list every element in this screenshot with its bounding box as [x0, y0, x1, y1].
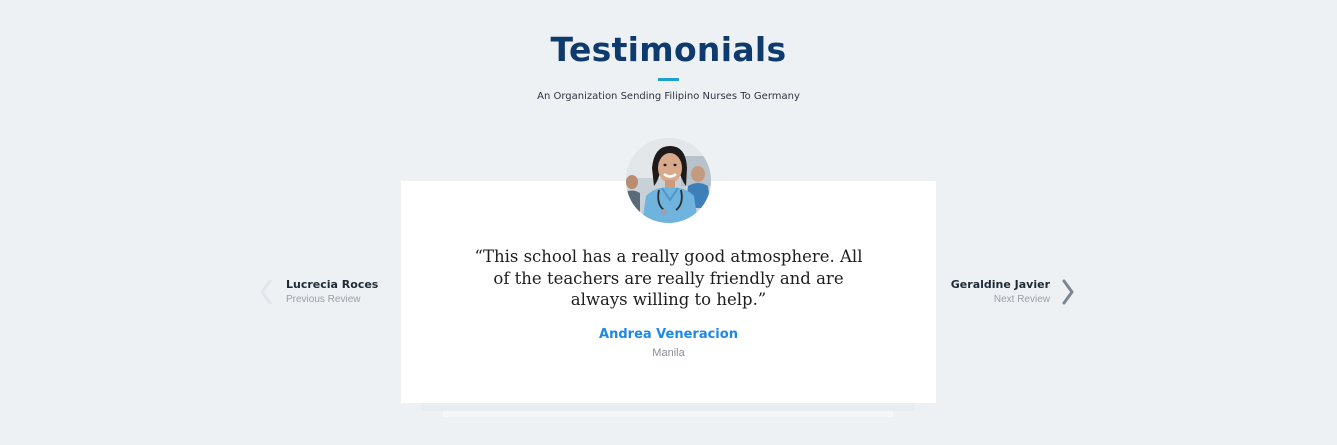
previous-review-button[interactable]: Lucrecia Roces Previous Review: [256, 276, 386, 310]
previous-review-label: Previous Review: [286, 294, 361, 305]
chevron-right-icon: [1062, 279, 1074, 305]
previous-review-name: Lucrecia Roces: [286, 278, 379, 291]
testimonial-location: Manila: [652, 347, 685, 359]
section-title: Testimonials: [550, 30, 787, 69]
title-underline: [658, 78, 679, 81]
author-avatar: [626, 138, 711, 223]
testimonial-author: Andrea Veneracion: [599, 327, 738, 342]
testimonial-quote: “This school has a really good atmospher…: [474, 247, 863, 309]
section-subtitle: An Organization Sending Filipino Nurses …: [537, 91, 800, 102]
next-review-button[interactable]: Geraldine Javier Next Review: [950, 276, 1082, 310]
next-review-label: Next Review: [993, 294, 1050, 305]
next-review-name: Geraldine Javier: [950, 278, 1050, 291]
nurse-photo: [626, 138, 711, 223]
chevron-left-icon: [260, 279, 272, 305]
